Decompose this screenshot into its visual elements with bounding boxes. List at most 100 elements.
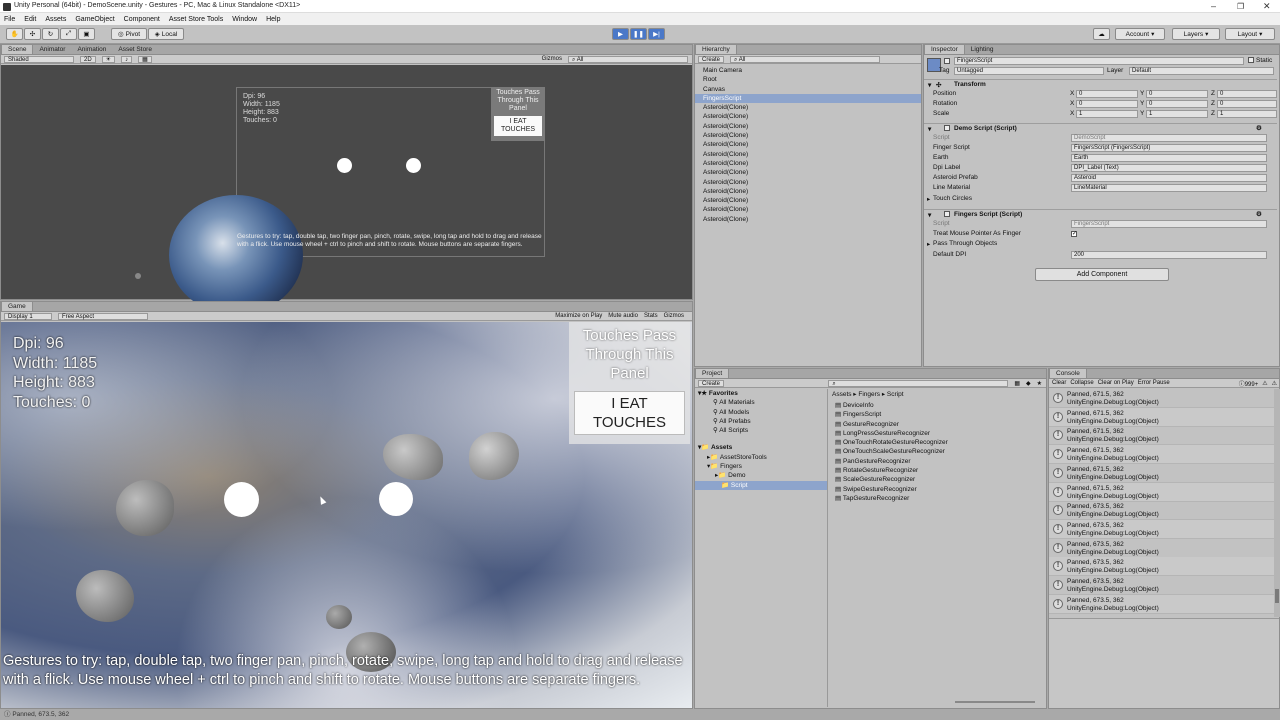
console-entry[interactable]: ! Panned, 671.5, 362 UnityEngine.Debug:Log… <box>1049 464 1275 483</box>
menu-gameobject[interactable]: GameObject <box>75 16 114 23</box>
script-file[interactable]: ▤ FingersScript <box>835 410 1045 419</box>
local-toggle[interactable]: ◈ Local <box>148 28 184 40</box>
tab-scene[interactable]: Scene <box>1 44 34 54</box>
object-name-field[interactable]: FingersScript <box>954 57 1244 65</box>
tab-console[interactable]: Console <box>1049 368 1087 378</box>
game-viewport[interactable]: Dpi: 96 Width: 1185 Height: 883 Touches:… <box>1 322 692 708</box>
fingers-script-enabled-checkbox[interactable] <box>944 211 950 217</box>
aspect-dropdown[interactable]: Free Aspect <box>58 312 148 320</box>
scene-viewport[interactable]: Dpi: 96 Width: 1185 Height: 883 Touches:… <box>1 65 692 315</box>
treat-mouse-checkbox[interactable]: ✓ <box>1071 231 1077 237</box>
menu-help[interactable]: Help <box>266 16 280 23</box>
hierarchy-item[interactable]: Asteroid(Clone) <box>695 150 921 159</box>
fav-all-materials[interactable]: ⚲ All Materials <box>695 398 827 407</box>
minimize-icon[interactable]: – <box>1211 1 1216 11</box>
scale-x-field[interactable]: 1 <box>1076 110 1138 118</box>
hand-tool-icon[interactable]: ✋ <box>6 28 23 40</box>
line-material-field[interactable]: LineMaterial <box>1071 184 1267 192</box>
fav-all-models[interactable]: ⚲ All Models <box>695 408 827 417</box>
script-file[interactable]: ▤ OneTouchRotateGestureRecognizer <box>835 438 1045 447</box>
rotation-y-field[interactable]: 0 <box>1146 100 1208 108</box>
layers-dropdown[interactable]: Layers ▾ <box>1172 28 1220 40</box>
menu-window[interactable]: Window <box>232 16 257 23</box>
gear-icon[interactable]: ⚙ <box>1256 210 1262 218</box>
hierarchy-create-dropdown[interactable]: Create <box>698 55 725 63</box>
play-button[interactable]: ▶ <box>612 28 629 40</box>
menu-assets[interactable]: Assets <box>45 16 66 23</box>
console-entry[interactable]: ! Panned, 671.5, 362 UnityEngine.Debug:Log… <box>1049 426 1275 446</box>
finger-script-field[interactable]: FingersScript (FingersScript) <box>1071 144 1267 152</box>
hierarchy-item[interactable]: Asteroid(Clone) <box>695 196 921 205</box>
console-clear-button[interactable]: Clear <box>1052 380 1066 386</box>
close-icon[interactable]: ✕ <box>1263 1 1271 12</box>
2d-toggle[interactable]: 2D <box>80 55 96 63</box>
maximize-on-play-toggle[interactable]: Maximize on Play <box>555 313 602 319</box>
gear-icon[interactable]: ⚙ <box>1256 124 1262 132</box>
filter-type-icon[interactable]: ▦ <box>1014 380 1020 387</box>
rotation-x-field[interactable]: 0 <box>1076 100 1138 108</box>
hierarchy-item[interactable]: Asteroid(Clone) <box>695 112 921 121</box>
hierarchy-search-input[interactable]: ⌕ All <box>730 55 881 63</box>
console-entry[interactable]: ! Panned, 671.5, 362 UnityEngine.Debug:Log… <box>1049 407 1275 427</box>
hierarchy-item[interactable]: Root <box>695 75 921 84</box>
console-entry[interactable]: ! Panned, 673.5, 362 UnityEngine.Debug:Log… <box>1049 576 1275 595</box>
project-breadcrumb[interactable]: Assets ▸ Fingers ▸ Script <box>832 390 904 398</box>
hierarchy-item[interactable]: Asteroid(Clone) <box>695 178 921 187</box>
account-dropdown[interactable]: Account ▾ <box>1115 28 1165 40</box>
audio-toggle-icon[interactable]: ♪ <box>121 55 133 63</box>
menu-asset-store-tools[interactable]: Asset Store Tools <box>169 16 223 23</box>
tag-dropdown[interactable]: Untagged <box>954 67 1104 75</box>
menu-edit[interactable]: Edit <box>24 16 36 23</box>
tab-project[interactable]: Project <box>695 368 730 378</box>
position-x-field[interactable]: 0 <box>1076 90 1138 98</box>
touch-circles-row[interactable]: ▸ Touch Circles <box>924 194 1277 204</box>
console-scroll-thumb[interactable] <box>1275 589 1279 603</box>
console-entry[interactable]: ! Panned, 671.5, 362 UnityEngine.Debug:Log… <box>1049 389 1275 408</box>
asteroid[interactable] <box>116 480 174 536</box>
position-y-field[interactable]: 0 <box>1146 90 1208 98</box>
rect-tool-icon[interactable]: ▣ <box>78 28 95 40</box>
project-create-dropdown[interactable]: Create <box>698 379 725 387</box>
console-entry[interactable]: ! Panned, 671.5, 362 UnityEngine.Debug:Log… <box>1049 445 1275 465</box>
console-entry[interactable]: ! Panned, 673.5, 362 UnityEngine.Debug:Log… <box>1049 539 1275 558</box>
tab-game[interactable]: Game <box>1 301 33 311</box>
filter-label-icon[interactable]: ◆ <box>1026 380 1031 387</box>
rotate-tool-icon[interactable]: ↻ <box>42 28 59 40</box>
pass-through-row[interactable]: ▸ Pass Through Objects <box>924 239 1277 249</box>
default-dpi-field[interactable]: 200 <box>1071 251 1267 259</box>
script-file[interactable]: ▤ RotateGestureRecognizer <box>835 466 1045 475</box>
favorite-star-icon[interactable]: ★ <box>1037 380 1042 387</box>
fingers-script-component[interactable]: ▾ Fingers Script (Script) ⚙ <box>924 209 1277 219</box>
icon-size-slider[interactable] <box>955 701 1035 703</box>
folder-fingers[interactable]: ▾📁 Fingers <box>695 462 827 471</box>
tab-hierarchy[interactable]: Hierarchy <box>695 44 737 54</box>
pause-button[interactable]: ❚❚ <box>630 28 647 40</box>
hierarchy-item[interactable]: Canvas <box>695 85 921 94</box>
menu-component[interactable]: Component <box>124 16 160 23</box>
fav-all-scripts[interactable]: ⚲ All Scripts <box>695 426 827 435</box>
scene-search-input[interactable]: ⌕ All <box>568 55 688 63</box>
static-checkbox[interactable] <box>1248 57 1254 64</box>
script-file[interactable]: ▤ ScaleGestureRecognizer <box>835 475 1045 484</box>
effects-toggle-icon[interactable]: ▦ <box>138 55 152 63</box>
move-tool-icon[interactable]: ✣ <box>24 28 41 40</box>
hierarchy-item[interactable]: Asteroid(Clone) <box>695 103 921 112</box>
cloud-icon[interactable]: ☁ <box>1093 28 1110 40</box>
demo-script-enabled-checkbox[interactable] <box>944 125 950 131</box>
hierarchy-item[interactable]: Asteroid(Clone) <box>695 205 921 214</box>
console-scrollbar[interactable] <box>1274 389 1280 617</box>
tab-inspector[interactable]: Inspector <box>924 44 965 54</box>
console-clear-on-play-button[interactable]: Clear on Play <box>1098 380 1134 386</box>
warning-icon[interactable]: ⚠ <box>1262 380 1267 387</box>
fav-all-prefabs[interactable]: ⚲ All Prefabs <box>695 417 827 426</box>
scale-z-field[interactable]: 1 <box>1217 110 1277 118</box>
tab-asset-store[interactable]: Asset Store <box>112 45 158 54</box>
hierarchy-item[interactable]: Asteroid(Clone) <box>695 131 921 140</box>
hierarchy-item[interactable]: FingersScript <box>695 93 921 104</box>
folder-assetstoretools[interactable]: ▸📁 AssetStoreTools <box>695 453 827 462</box>
scene-gizmos-dropdown[interactable]: Gizmos <box>542 56 562 62</box>
scene-eat-touches-button[interactable]: I EAT TOUCHES <box>494 116 542 136</box>
hierarchy-item[interactable]: Asteroid(Clone) <box>695 140 921 149</box>
script-file[interactable]: ▤ GestureRecognizer <box>835 420 1045 429</box>
asteroid[interactable] <box>326 605 352 629</box>
